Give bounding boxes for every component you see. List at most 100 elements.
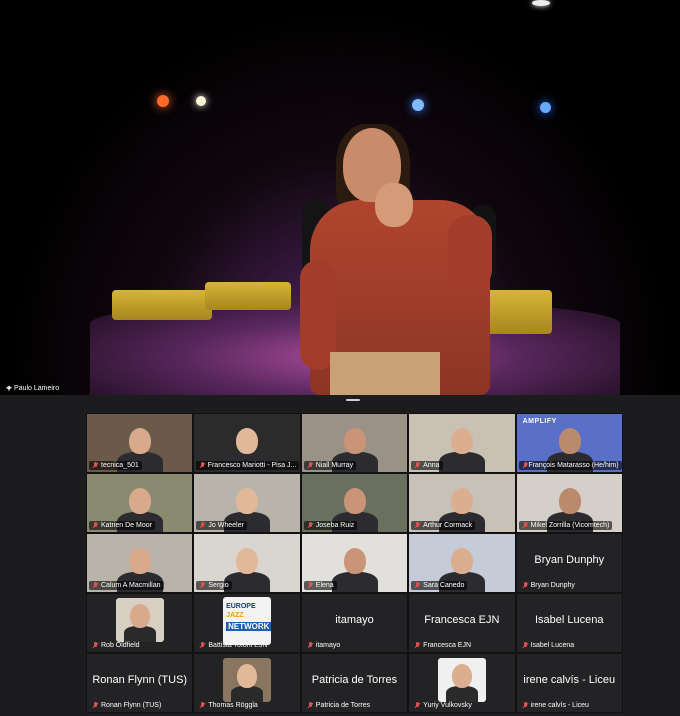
participant-name: Calum A Macmillan: [101, 582, 161, 589]
participant-tile[interactable]: Francesca EJN Francesca EJN: [408, 593, 516, 653]
participant-tile[interactable]: Francesco Mariotti - Pisa J...: [193, 413, 301, 473]
muted-mic-icon: [414, 582, 421, 589]
participant-tile[interactable]: Calum A Macmillan: [86, 533, 194, 593]
logo-text: JAZZ: [226, 612, 244, 619]
muted-mic-icon: [414, 462, 421, 469]
participant-name: Francesca EJN: [423, 642, 472, 649]
participant-face: [236, 488, 259, 514]
participant-name-tag: tecnica_501: [89, 461, 142, 470]
participant-tile[interactable]: Katrien De Moor: [86, 473, 194, 533]
participant-tile[interactable]: Yuriy Vulkovsky: [408, 653, 516, 713]
active-speaker-video[interactable]: Paulo Lameiro: [0, 0, 680, 395]
participant-tile[interactable]: Isabel Lucena Isabel Lucena: [515, 593, 623, 653]
participant-face: [129, 488, 151, 514]
participant-name: Bryan Dunphy: [530, 582, 575, 589]
participant-display-name: Francesca EJN: [424, 614, 500, 626]
participant-name: tecnica_501: [101, 462, 139, 469]
participant-tile[interactable]: EUROPE JAZZ NETWORK Battista Tofoni EJN: [193, 593, 301, 653]
participant-tile[interactable]: Sara Canedo: [408, 533, 516, 593]
participant-name-tag: itamayo: [304, 641, 344, 650]
participant-tile[interactable]: Niall Murray: [300, 413, 409, 473]
participant-name: Isabel Lucena: [530, 642, 575, 649]
muted-mic-icon: [92, 702, 99, 709]
bench: [112, 290, 212, 320]
participant-tile[interactable]: Anna: [408, 413, 516, 473]
participant-name-tag: Anna: [411, 461, 443, 470]
participant-tile[interactable]: tecnica_501: [86, 413, 194, 473]
participant-face: [558, 428, 581, 454]
participant-display-name: itamayo: [335, 614, 374, 626]
participant-name-tag: Sergio: [196, 581, 232, 590]
participant-name: Sergio: [208, 582, 229, 589]
avatar: [437, 658, 486, 702]
participant-tile[interactable]: irene calvís - Liceu irene calvís - Liceu: [515, 653, 623, 713]
bench: [205, 282, 291, 310]
participant-name-tag: Patricia de Torres: [304, 701, 373, 710]
participant-video: [331, 572, 378, 592]
participant-name: itamayo: [315, 642, 341, 649]
participant-name-tag: Francesca EJN: [411, 641, 474, 650]
participant-name-tag: irene calvís - Liceu: [519, 701, 592, 710]
participant-name-tag: Joseba Ruiz: [303, 521, 358, 530]
participant-tile[interactable]: Elena: [300, 533, 409, 593]
participant-face: [558, 488, 581, 514]
muted-mic-icon: [522, 702, 529, 709]
muted-mic-icon: [92, 522, 99, 529]
participant-name: Mikel Zorrilla (Vicomtech): [530, 522, 610, 529]
stage-light: [532, 0, 550, 6]
participant-tile[interactable]: Rob Oldfield: [86, 593, 194, 653]
participant-name: irene calvís - Liceu: [530, 702, 589, 709]
speaker-pants: [330, 352, 440, 395]
participant-tile[interactable]: Mikel Zorrilla (Vicomtech): [515, 473, 623, 533]
participant-tile[interactable]: AMPLIFY François Matarasso (He/him): [515, 413, 623, 473]
muted-mic-icon: [307, 702, 314, 709]
avatar-face: [451, 664, 472, 688]
participant-video: [439, 452, 486, 472]
participant-name-tag: Thomas Röggla: [196, 701, 260, 710]
participant-name: Sara Canedo: [423, 582, 465, 589]
muted-mic-icon: [199, 642, 206, 649]
participant-tile[interactable]: Joseba Ruiz: [300, 473, 409, 533]
amplify-logo: AMPLIFY: [522, 418, 557, 425]
muted-mic-icon: [199, 582, 206, 589]
participant-face: [343, 428, 366, 454]
muted-mic-icon: [92, 462, 99, 469]
participant-tile[interactable]: Thomas Röggla: [193, 653, 301, 713]
participant-display-name: Bryan Dunphy: [534, 554, 605, 566]
resize-handle[interactable]: [346, 399, 360, 401]
muted-mic-icon: [92, 642, 99, 649]
participant-face: [129, 428, 151, 454]
participant-tile[interactable]: Ronan Flynn (TUS) Ronan Flynn (TUS): [86, 653, 194, 713]
muted-mic-icon: [199, 462, 205, 469]
participant-name-tag: Isabel Lucena: [519, 641, 578, 650]
participant-name-tag: Ronan Flynn (TUS): [89, 701, 164, 710]
participant-name-tag: Niall Murray: [303, 461, 357, 470]
participant-display-name: Patricia de Torres: [311, 674, 398, 686]
participant-tile[interactable]: Patricia de Torres Patricia de Torres: [300, 653, 409, 713]
participant-name-tag: Sara Canedo: [411, 581, 468, 590]
muted-mic-icon: [522, 582, 529, 589]
participant-tile[interactable]: Jo Wheeler: [193, 473, 301, 533]
participant-name-tag: Katrien De Moor: [89, 521, 155, 530]
participant-name-tag: Jo Wheeler: [196, 521, 247, 530]
participant-face: [451, 488, 474, 514]
speaker-arm: [448, 215, 492, 290]
muted-mic-icon: [199, 702, 206, 709]
participant-display-name: irene calvís - Liceu: [523, 674, 616, 686]
participant-name: François Matarasso (He/him): [528, 462, 619, 469]
participant-tile[interactable]: Arthur Cormack: [408, 473, 516, 533]
participant-face: [236, 428, 259, 454]
avatar-body: [231, 686, 264, 702]
participant-face: [343, 488, 366, 514]
participant-display-name: Ronan Flynn (TUS): [92, 674, 188, 686]
participant-display-name: Isabel Lucena: [535, 614, 604, 626]
participant-name: Katrien De Moor: [101, 522, 152, 529]
participant-tile[interactable]: Bryan Dunphy Bryan Dunphy: [515, 533, 623, 593]
participant-tile[interactable]: Sergio: [193, 533, 301, 593]
participant-name: Battista Tofoni EJN: [208, 642, 268, 649]
muted-mic-icon: [307, 642, 314, 649]
participant-name-tag: Rob Oldfield: [89, 641, 143, 650]
participant-name: Thomas Röggla: [208, 702, 258, 709]
participant-name: Yuriy Vulkovsky: [423, 702, 472, 709]
participant-tile[interactable]: itamayo itamayo: [300, 593, 409, 653]
